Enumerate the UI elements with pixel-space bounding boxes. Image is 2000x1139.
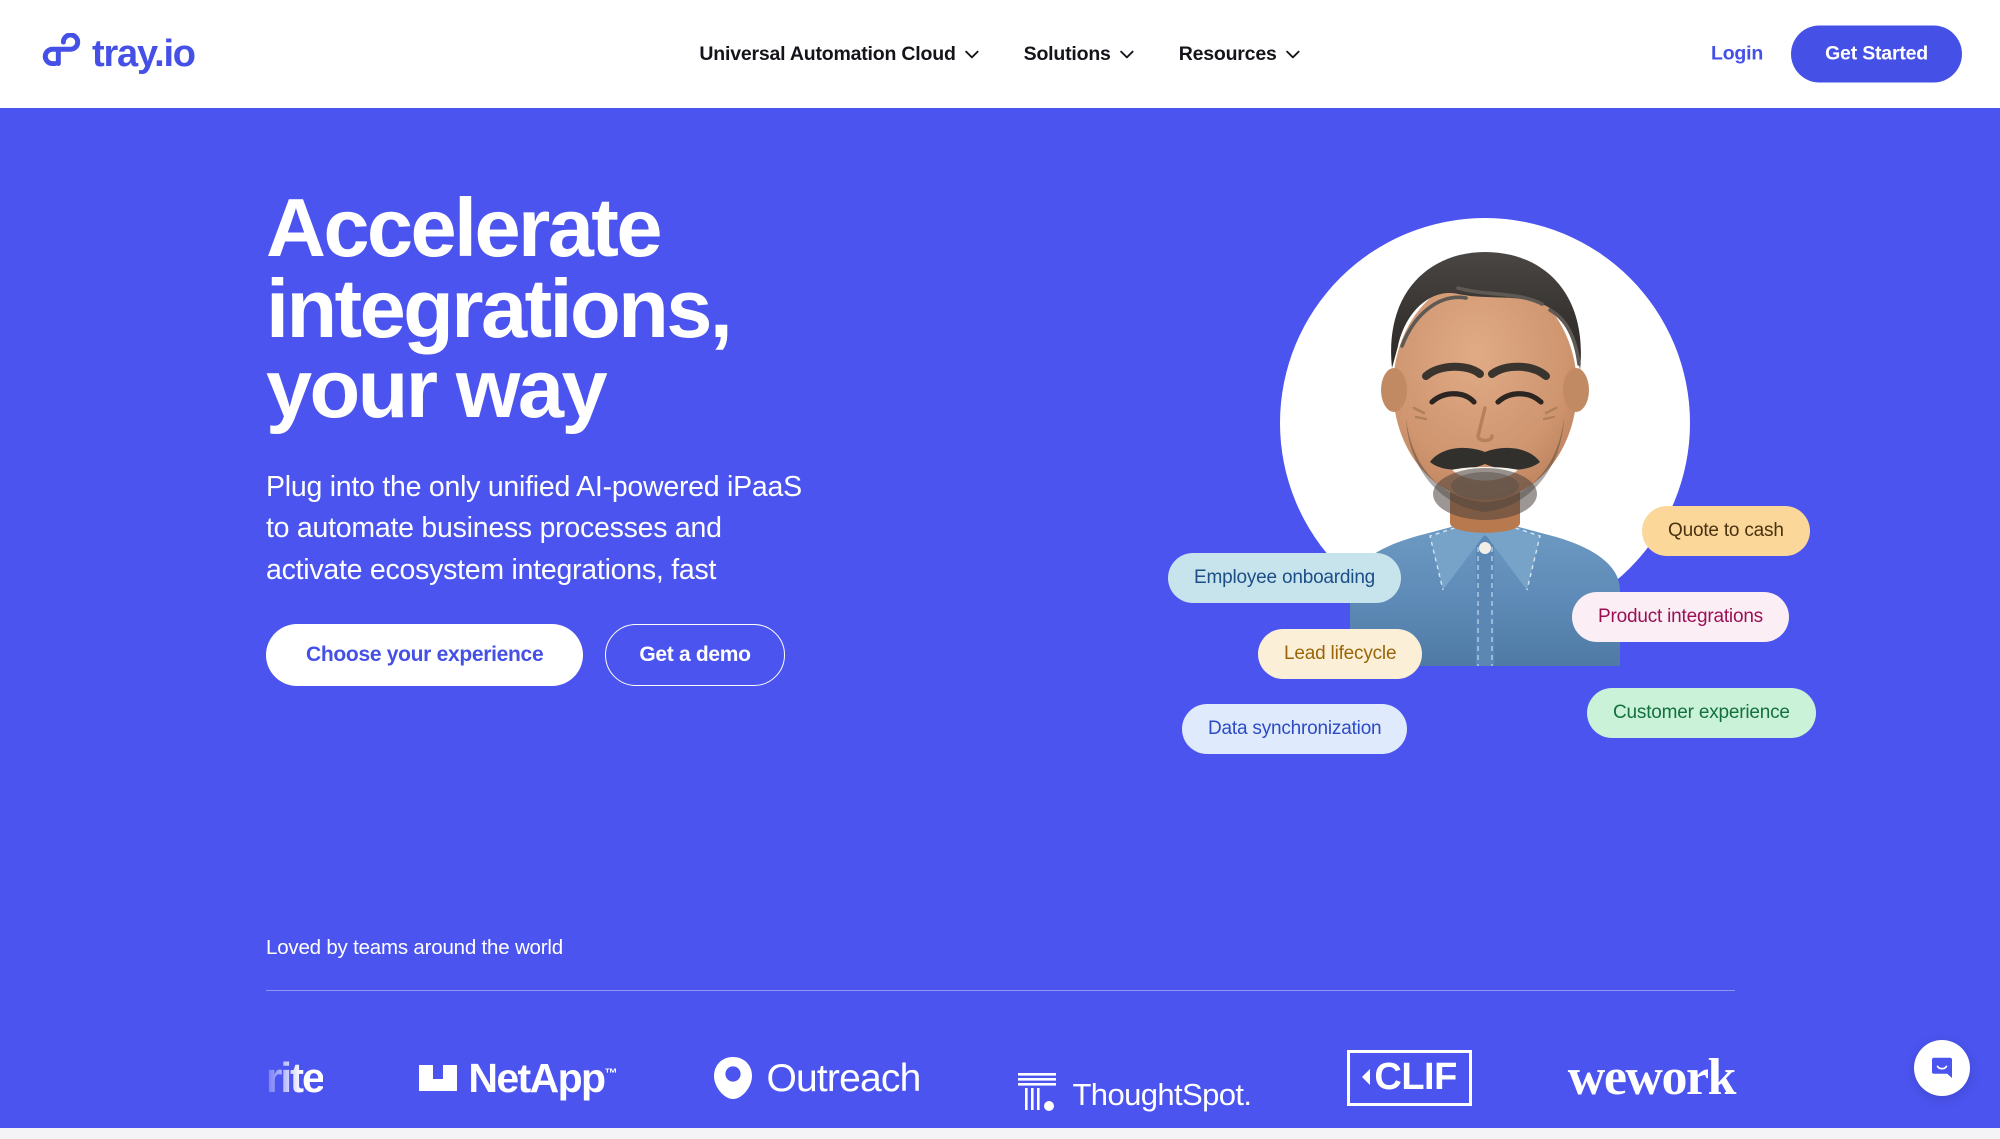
chat-bubble-smile-icon — [1929, 1055, 1955, 1081]
logo-wework: wework — [1567, 1043, 1737, 1113]
social-proof-heading: Loved by teams around the world — [266, 936, 563, 959]
hero-section: Accelerate integrations, your way Plug i… — [0, 108, 2000, 1128]
main-nav: Universal Automation Cloud Solutions Res… — [699, 43, 1300, 66]
pill-quote-to-cash: Quote to cash — [1642, 506, 1810, 556]
logo-outreach: Outreach — [713, 1043, 921, 1113]
netapp-wordmark: NetApp™ — [468, 1054, 618, 1101]
hero-copy: Accelerate integrations, your way Plug i… — [266, 181, 986, 687]
thoughtspot-wordmark: ThoughtSpot. — [1072, 1077, 1252, 1113]
nav-item-solutions[interactable]: Solutions — [1024, 43, 1135, 66]
clif-wordmark: CLIF — [1374, 1056, 1457, 1098]
nav-label: Resources — [1178, 42, 1277, 65]
tray-logo[interactable]: tray.io — [40, 33, 196, 75]
wework-wordmark: wework — [1567, 1049, 1737, 1106]
pill-employee-onboarding: Employee onboarding — [1168, 553, 1402, 603]
outreach-mark-icon — [713, 1056, 753, 1100]
nav-item-resources[interactable]: Resources — [1179, 43, 1301, 66]
get-started-button[interactable]: Get Started — [1791, 25, 1962, 83]
clif-wordmark-box: CLIF — [1347, 1050, 1472, 1106]
pill-lead-lifecycle: Lead lifecycle — [1258, 629, 1423, 679]
outreach-wordmark: Outreach — [766, 1056, 921, 1100]
page-footer-strip — [0, 1128, 2000, 1139]
divider — [266, 990, 1735, 991]
pill-data-synchronization: Data synchronization — [1182, 704, 1408, 754]
logo-rite: rite — [266, 1043, 325, 1113]
pill-product-integrations: Product integrations — [1572, 592, 1789, 642]
chevron-down-icon — [965, 50, 980, 59]
chevron-down-icon — [1286, 50, 1301, 59]
logo-wordmark: tray.io — [92, 33, 196, 75]
hero-subtitle: Plug into the only unified AI-powered iP… — [266, 470, 802, 586]
chevron-down-icon — [1120, 50, 1135, 59]
customer-logo-strip: rite NetApp™ Outreach ThoughtSpot. CLIF … — [266, 1033, 1737, 1123]
logo-thoughtspot: ThoughtSpot. — [1016, 1043, 1252, 1113]
thoughtspot-mark-icon — [1016, 1069, 1058, 1113]
site-header: tray.io Universal Automation Cloud Solut… — [0, 0, 2000, 108]
pill-customer-experience: Customer experience — [1587, 688, 1816, 738]
hero-portrait — [1280, 188, 1710, 778]
nav-label: Universal Automation Cloud — [699, 42, 956, 65]
nav-item-universal-automation-cloud[interactable]: Universal Automation Cloud — [699, 43, 979, 66]
header-actions: Login Get Started — [1711, 25, 1962, 83]
rite-wordmark: rite — [266, 1054, 325, 1101]
login-link[interactable]: Login — [1711, 43, 1763, 66]
choose-your-experience-button[interactable]: Choose your experience — [266, 624, 584, 687]
get-a-demo-button[interactable]: Get a demo — [605, 624, 785, 687]
hero-cta-group: Choose your experience Get a demo — [266, 624, 986, 687]
netapp-mark-icon — [419, 1059, 458, 1097]
page-title: Accelerate integrations, your way — [266, 181, 733, 435]
logo-clif: CLIF — [1347, 1043, 1472, 1113]
logo-netapp: NetApp™ — [419, 1043, 618, 1113]
page-root: tray.io Universal Automation Cloud Solut… — [0, 0, 2000, 1139]
tray-infinity-logo-icon — [40, 33, 82, 75]
chat-launcher-button[interactable] — [1914, 1040, 1970, 1096]
clif-triangle-icon — [1362, 1069, 1371, 1085]
nav-label: Solutions — [1023, 42, 1111, 65]
